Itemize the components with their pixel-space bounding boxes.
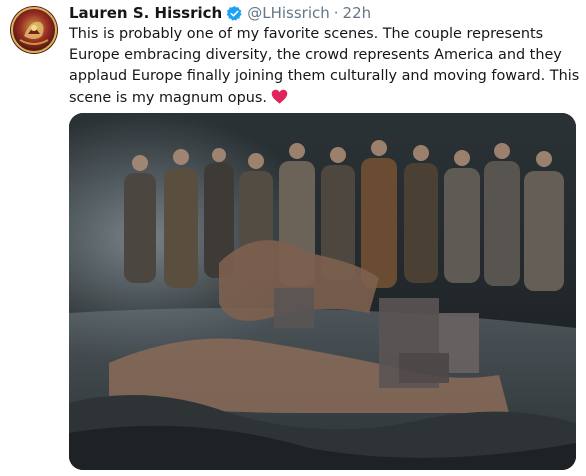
author-handle[interactable]: @LHissrich xyxy=(247,3,330,23)
tweet[interactable]: Lauren S. Hissrich @LHissrich · 22h This… xyxy=(0,0,586,476)
red-heart-icon xyxy=(271,89,288,104)
tweet-timestamp[interactable]: 22h xyxy=(343,3,372,23)
separator-dot: · xyxy=(333,4,339,22)
tweet-media-image[interactable] xyxy=(69,113,576,470)
author-name[interactable]: Lauren S. Hissrich xyxy=(69,3,222,23)
verified-badge-icon xyxy=(226,5,243,22)
tweet-text: This is probably one of my favorite scen… xyxy=(69,24,580,109)
tweet-body: Lauren S. Hissrich @LHissrich · 22h This… xyxy=(69,3,580,109)
author-avatar[interactable] xyxy=(10,6,58,54)
tweet-header: Lauren S. Hissrich @LHissrich · 22h xyxy=(69,3,580,23)
tweet-text-content: This is probably one of my favorite scen… xyxy=(69,26,580,106)
